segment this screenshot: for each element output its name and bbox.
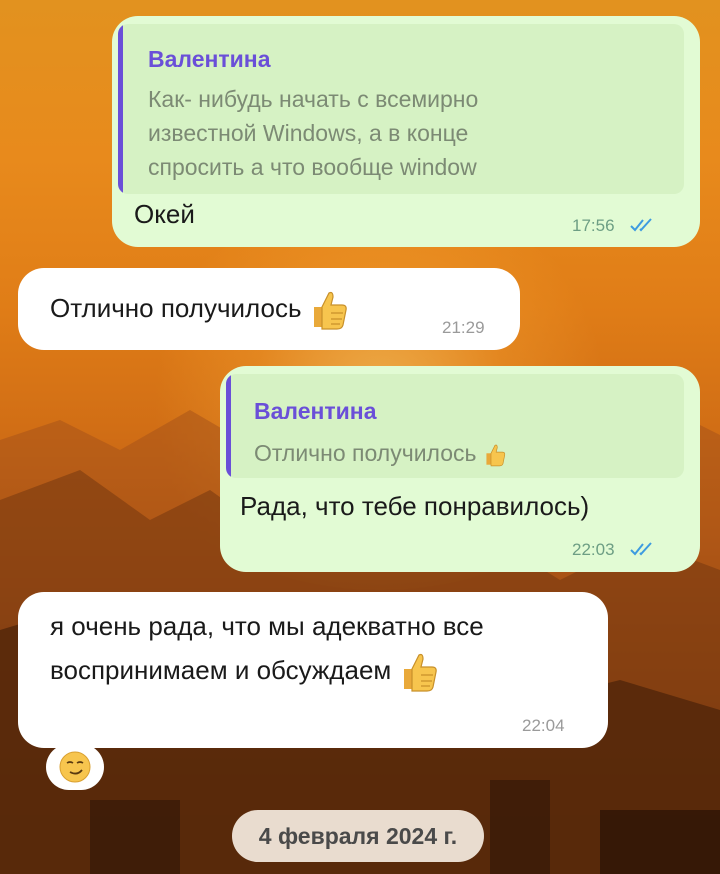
message-incoming-2[interactable]: я очень рада, что мы адекватно все воспр… — [18, 592, 608, 748]
message-text-line: я очень рада, что мы адекватно все — [50, 611, 484, 641]
message-time: 22:03 — [572, 540, 615, 559]
message-text: Отлично получилось — [50, 293, 302, 323]
reply-accent-bar — [226, 374, 231, 478]
thumbs-up-icon — [313, 292, 347, 330]
double-check-icon — [630, 542, 652, 556]
reply-quote[interactable]: Валентина Как- нибудь начать с всемирно … — [118, 24, 684, 194]
reply-text-line: Отлично получилось — [254, 436, 507, 470]
reply-text: Отлично получилось — [254, 440, 477, 466]
reply-text-line: Как- нибудь начать с всемирно — [148, 86, 479, 112]
reply-accent-bar — [118, 24, 123, 194]
reply-author: Валентина — [148, 46, 271, 72]
message-text-line: воспринимаем и обсуждаем — [50, 655, 392, 685]
message-text: Рада, что тебе понравилось) — [240, 491, 590, 521]
reply-text-line: известной Windows, а в конце — [148, 120, 469, 146]
double-check-icon — [630, 218, 652, 232]
reply-author: Валентина — [254, 398, 377, 424]
message-time: 21:29 — [442, 318, 485, 337]
message-outgoing-1[interactable]: Валентина Как- нибудь начать с всемирно … — [112, 16, 700, 247]
message-incoming-1[interactable]: Отлично получилось 21:29 — [18, 268, 520, 350]
reply-text-line: спросить а что вообще window — [148, 154, 477, 180]
smirking-face-icon — [59, 751, 91, 783]
message-time: 22:04 — [522, 716, 565, 735]
message-text-row: Отлично получилось — [50, 286, 349, 331]
reply-quote[interactable]: Валентина Отлично получилось — [226, 374, 684, 478]
message-time: 17:56 — [572, 216, 615, 235]
message-text-row: воспринимаем и обсуждаем — [50, 648, 439, 693]
message-outgoing-2[interactable]: Валентина Отлично получилось Рада, что т… — [220, 366, 700, 572]
thumbs-up-icon — [486, 444, 506, 467]
thumbs-up-icon — [403, 654, 437, 692]
message-text: Окей — [134, 199, 195, 229]
date-separator: 4 февраля 2024 г. — [232, 810, 484, 862]
message-reaction[interactable] — [46, 744, 104, 790]
